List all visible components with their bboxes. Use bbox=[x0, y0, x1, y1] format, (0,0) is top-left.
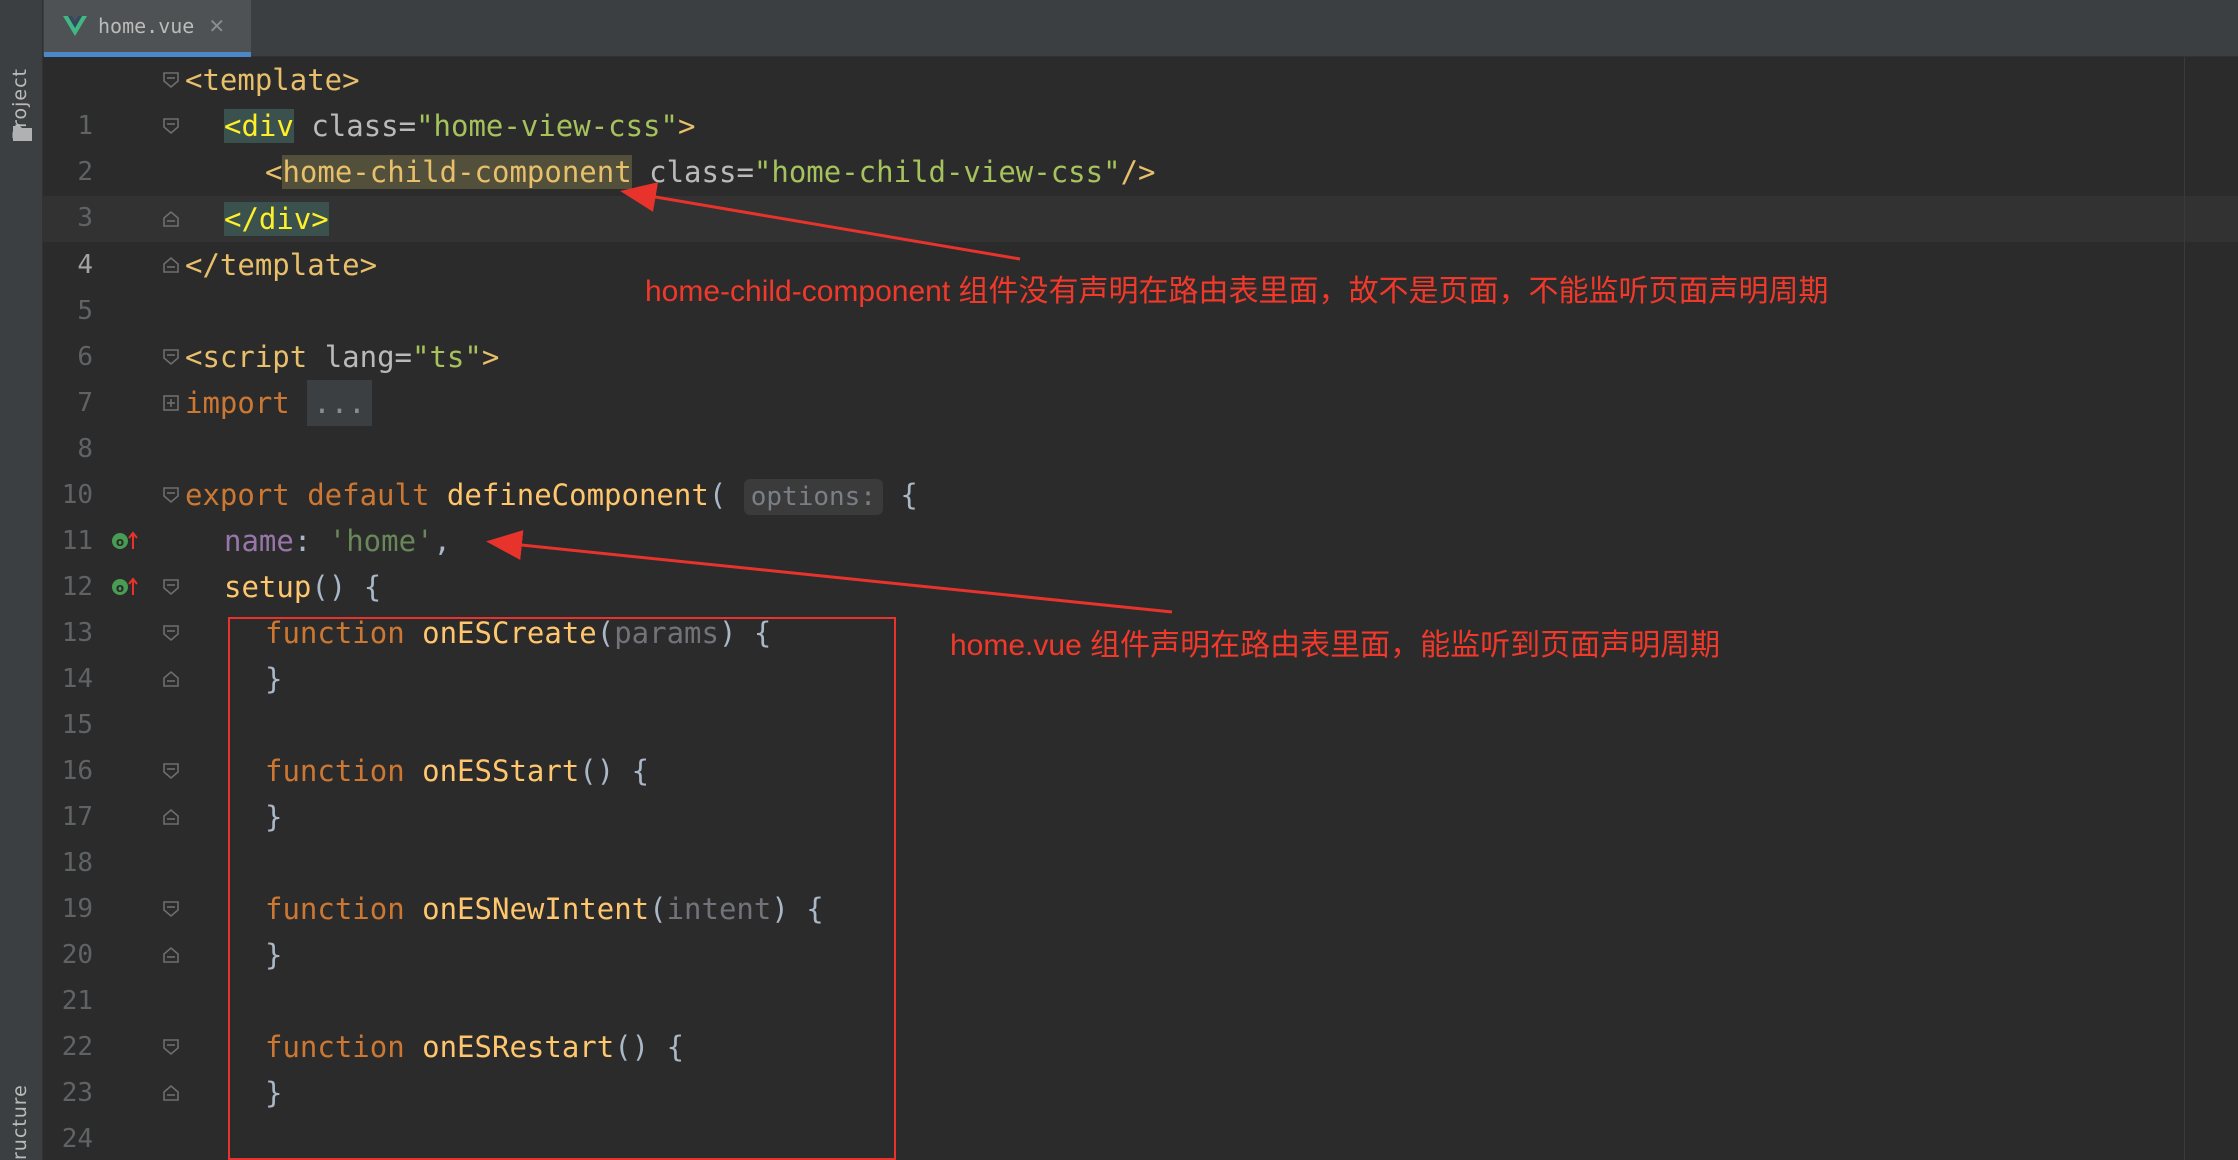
fold-close-icon[interactable] bbox=[162, 1084, 180, 1102]
code-line: 10 bbox=[43, 426, 2193, 510]
code-line: 11 export default defineComponent( optio… bbox=[43, 472, 2193, 556]
code-text: name: 'home', bbox=[224, 524, 451, 558]
code-line: 2 <div class="home-view-css"> bbox=[43, 103, 2193, 187]
code-text: </template> bbox=[185, 248, 378, 282]
fold-open-icon[interactable] bbox=[162, 71, 180, 89]
code-line: 12 o name: 'home', bbox=[43, 518, 2193, 602]
fold-open-icon[interactable] bbox=[162, 348, 180, 366]
code-line: 7 <script lang="ts"> bbox=[43, 334, 2193, 418]
fold-close-icon[interactable] bbox=[162, 210, 180, 228]
code-text: <script lang="ts"> bbox=[185, 340, 500, 374]
fold-close-icon[interactable] bbox=[162, 670, 180, 688]
code-text: </div> bbox=[224, 202, 329, 236]
svg-text:o: o bbox=[116, 581, 124, 595]
fold-open-icon[interactable] bbox=[162, 900, 180, 918]
tab-label: home.vue bbox=[98, 14, 195, 38]
override-icon[interactable]: o bbox=[111, 575, 141, 599]
fold-open-icon[interactable] bbox=[162, 1038, 180, 1056]
vue-icon bbox=[63, 16, 87, 36]
close-icon[interactable]: ✕ bbox=[208, 14, 225, 38]
fold-close-icon[interactable] bbox=[162, 808, 180, 826]
fold-close-icon[interactable] bbox=[162, 256, 180, 274]
code-text: export default defineComponent( options:… bbox=[185, 472, 918, 518]
fold-open-icon[interactable] bbox=[162, 486, 180, 504]
home-component-annotation: home.vue 组件声明在路由表里面，能监听到页面声明周期 bbox=[950, 629, 1721, 662]
structure-tool-button[interactable]: ructure bbox=[9, 1052, 31, 1160]
code-text: import ... bbox=[185, 380, 372, 426]
tool-window-strip: Project ructure bbox=[0, 0, 43, 1160]
fold-open-icon[interactable] bbox=[162, 117, 180, 135]
fold-open-icon[interactable] bbox=[162, 762, 180, 780]
fold-expand-icon[interactable] bbox=[162, 394, 180, 412]
code-line: 4 </div> bbox=[43, 196, 2193, 280]
fold-open-icon[interactable] bbox=[162, 578, 180, 596]
project-tool-button[interactable]: Project bbox=[9, 22, 31, 140]
folder-icon[interactable] bbox=[12, 124, 33, 142]
tab-home-vue[interactable]: home.vue ✕ bbox=[44, 0, 251, 57]
child-component-annotation: home-child-component 组件没有声明在路由表里面，故不是页面，… bbox=[645, 275, 1829, 308]
code-text: <home-child-component class="home-child-… bbox=[265, 155, 1156, 189]
editor-tab-bar: home.vue ✕ bbox=[43, 0, 2238, 57]
svg-text:o: o bbox=[116, 535, 124, 549]
code-text: setup() { bbox=[224, 570, 382, 604]
ide-window: Project ructure home.vue ✕ 1 <template> … bbox=[0, 0, 2238, 1160]
override-icon[interactable]: o bbox=[111, 529, 141, 553]
fold-open-icon[interactable] bbox=[162, 624, 180, 642]
code-line: 13 o setup() { bbox=[43, 564, 2193, 648]
lifecycle-functions-highlight-box bbox=[228, 617, 896, 1160]
code-line: 1 <template> bbox=[43, 57, 2193, 141]
code-line: 8 import ... bbox=[43, 380, 2193, 464]
fold-close-icon[interactable] bbox=[162, 946, 180, 964]
code-line: 3 <home-child-component class="home-chil… bbox=[43, 149, 2193, 233]
code-text: <template> bbox=[185, 63, 360, 97]
code-text: <div class="home-view-css"> bbox=[224, 109, 696, 143]
